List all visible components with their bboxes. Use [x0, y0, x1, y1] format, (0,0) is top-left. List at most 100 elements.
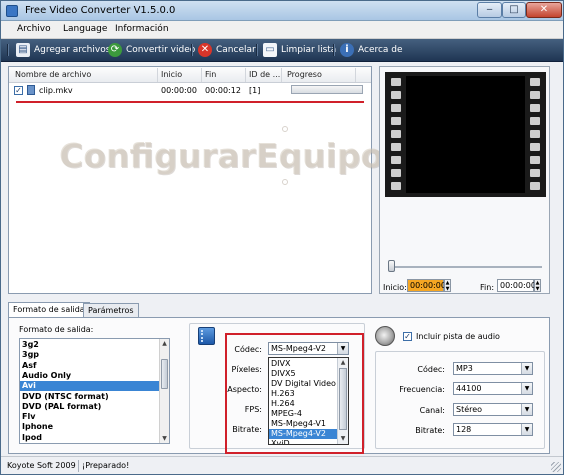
- watermark-dot: [282, 126, 288, 132]
- video-preview-screen: [406, 76, 525, 193]
- toolbar-separator: [191, 44, 193, 56]
- file-icon: [27, 85, 35, 95]
- list-item[interactable]: Audio Only: [20, 371, 160, 381]
- scroll-up-icon[interactable]: ▲: [160, 339, 169, 348]
- about-label: Acerca de: [358, 45, 403, 55]
- film-sprocket: [391, 169, 401, 177]
- column-divider: [157, 68, 158, 82]
- speaker-icon: [375, 326, 395, 346]
- audio-frequency-value: 44100: [456, 384, 482, 393]
- film-sprocket: [391, 182, 401, 190]
- column-end[interactable]: Fin: [205, 70, 216, 79]
- start-time-spinner[interactable]: ▲ ▼: [444, 279, 451, 292]
- film-sprocket: [391, 143, 401, 151]
- title-bar: Free Video Converter V1.5.0.0 ‒ □ ✕: [1, 1, 563, 21]
- scrollbar-thumb[interactable]: [161, 359, 168, 389]
- list-item[interactable]: DVD (PAL format): [20, 402, 160, 412]
- chevron-down-icon[interactable]: ▼: [521, 404, 532, 415]
- highlight-box: [225, 333, 364, 454]
- file-start: 00:00:00: [161, 86, 197, 95]
- end-time-input[interactable]: 00:00:00: [497, 279, 536, 292]
- toolbar: ▤ Agregar archivos ⟳ Convertir video ✕ C…: [1, 39, 563, 62]
- watermark-dot: [282, 179, 288, 185]
- film-sprocket: [530, 91, 540, 99]
- file-end: 00:00:12: [205, 86, 241, 95]
- timeline-track[interactable]: [389, 266, 542, 268]
- chevron-down-icon[interactable]: ▼: [521, 363, 532, 374]
- add-files-icon: ▤: [16, 43, 30, 57]
- status-message: ¡Preparado!: [82, 461, 130, 470]
- window-title: Free Video Converter V1.5.0.0: [25, 5, 176, 16]
- about-icon: i: [340, 43, 354, 57]
- start-time-input[interactable]: 00:00:00: [407, 279, 446, 292]
- audio-channel-label: Canal:: [419, 406, 445, 415]
- list-item[interactable]: 3g2: [20, 340, 160, 350]
- include-audio-label: Incluir pista de audio: [416, 332, 500, 341]
- audio-codec-select[interactable]: MP3 ▼: [453, 362, 533, 375]
- chevron-down-icon[interactable]: ▼: [521, 383, 532, 394]
- end-time-label: Fin:: [480, 283, 495, 292]
- audio-channel-select[interactable]: Stéreo ▼: [453, 403, 533, 416]
- resize-grip[interactable]: [551, 462, 561, 472]
- film-sprocket: [530, 104, 540, 112]
- film-sprocket: [391, 156, 401, 164]
- file-name: clip.mkv: [39, 86, 73, 95]
- film-sprocket: [530, 182, 540, 190]
- status-bar: Koyote Soft 2009 ¡Preparado!: [1, 456, 563, 474]
- menu-bar: Archivo Language Información: [1, 21, 563, 39]
- app-window: Free Video Converter V1.5.0.0 ‒ □ ✕ Arch…: [0, 0, 564, 475]
- list-item[interactable]: Avi: [20, 381, 160, 392]
- cancel-label: Cancelar: [216, 45, 256, 55]
- list-item[interactable]: Ipod: [20, 433, 160, 443]
- output-format-list[interactable]: 3g2 3gp Asf Audio Only Avi DVD (NTSC format) D…: [19, 338, 170, 444]
- film-sprocket: [391, 104, 401, 112]
- chevron-down-icon[interactable]: ▼: [521, 424, 532, 435]
- highlight-underline: [16, 101, 364, 103]
- column-filename[interactable]: Nombre de archivo: [15, 70, 91, 79]
- file-list[interactable]: Nombre de archivo Inicio Fin ID de ... P…: [8, 66, 372, 294]
- minimize-button[interactable]: ‒: [477, 2, 502, 18]
- column-divider: [281, 68, 282, 82]
- timeline-slider-thumb[interactable]: [388, 260, 395, 272]
- film-sprocket: [530, 78, 540, 86]
- toolbar-grip: [7, 44, 9, 56]
- toolbar-separator: [256, 44, 258, 56]
- preview-panel: Inicio: 00:00:00 ▲ ▼ Fin: 00:00:00 ▲ ▼: [379, 66, 550, 294]
- menu-language[interactable]: Language: [63, 24, 107, 34]
- column-divider: [201, 68, 202, 82]
- toolbar-separator: [333, 44, 335, 56]
- include-audio-checkbox[interactable]: ✓: [403, 332, 412, 341]
- file-checkbox[interactable]: ✓: [14, 86, 23, 95]
- menu-informacion[interactable]: Información: [115, 24, 169, 34]
- column-progress[interactable]: Progreso: [287, 70, 322, 79]
- column-start[interactable]: Inicio: [161, 70, 182, 79]
- format-list-scrollbar[interactable]: ▲ ▼: [159, 339, 169, 443]
- audio-frequency-label: Frecuencia:: [399, 385, 445, 394]
- audio-bitrate-value: 128: [456, 425, 472, 434]
- film-sprocket: [391, 130, 401, 138]
- list-item[interactable]: DVD (NTSC format): [20, 392, 160, 402]
- list-item[interactable]: Iphone: [20, 422, 160, 432]
- list-item[interactable]: Flv: [20, 412, 160, 422]
- audio-bitrate-select[interactable]: 128 ▼: [453, 423, 533, 436]
- film-sprocket: [391, 78, 401, 86]
- close-button[interactable]: ✕: [526, 2, 562, 18]
- column-id[interactable]: ID de ...: [249, 70, 280, 79]
- tab-output-format[interactable]: Formato de salida: [8, 302, 90, 318]
- menu-archivo[interactable]: Archivo: [17, 24, 51, 34]
- tab-parameters[interactable]: Parámetros: [83, 303, 139, 318]
- film-sprocket: [530, 156, 540, 164]
- list-item[interactable]: Asf: [20, 361, 160, 371]
- film-icon: [198, 327, 215, 345]
- film-sprocket: [530, 130, 540, 138]
- column-divider: [355, 68, 356, 82]
- maximize-button[interactable]: □: [502, 2, 526, 18]
- convert-video-label: Convertir video: [126, 45, 196, 55]
- convert-video-icon: ⟳: [108, 43, 122, 57]
- scroll-down-icon[interactable]: ▼: [160, 434, 169, 443]
- watermark: ConfigurarEquipos: [59, 136, 403, 175]
- list-item[interactable]: 3gp: [20, 350, 160, 360]
- status-company: Koyote Soft 2009: [7, 461, 76, 470]
- audio-frequency-select[interactable]: 44100 ▼: [453, 382, 533, 395]
- end-time-spinner[interactable]: ▲ ▼: [534, 279, 541, 292]
